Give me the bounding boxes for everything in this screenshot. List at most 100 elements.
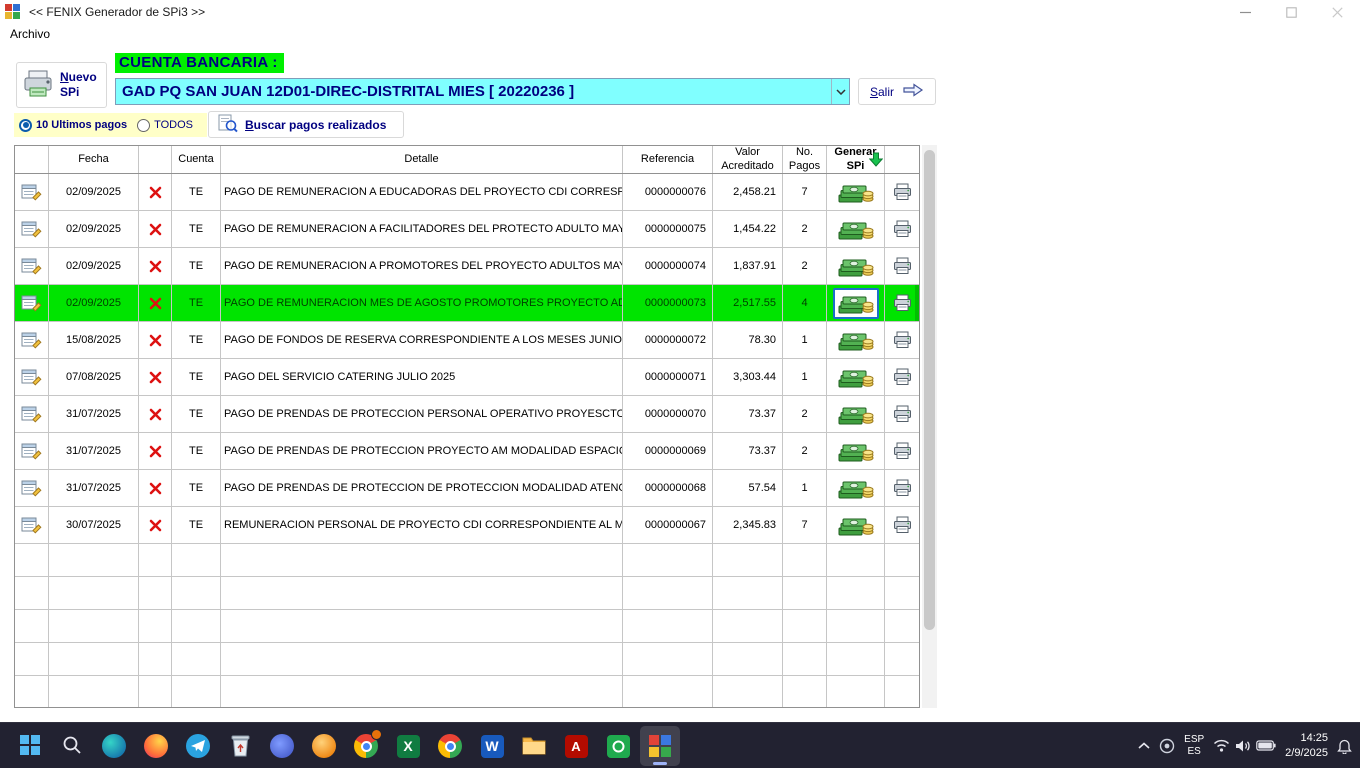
edit-payment-button[interactable]	[21, 442, 42, 461]
referencia-cell: 0000000071	[623, 359, 713, 395]
header-no-pagos[interactable]: No.Pagos	[783, 146, 827, 173]
print-payment-button[interactable]	[893, 442, 912, 460]
candy-app-icon	[312, 734, 336, 758]
edit-payment-button[interactable]	[21, 331, 42, 350]
edit-payment-button[interactable]	[21, 183, 42, 202]
table-row: 30/07/2025 TE REMUNERACION PERSONAL DE P…	[15, 507, 919, 544]
battery-icon[interactable]	[1256, 740, 1276, 751]
table-scrollbar[interactable]	[922, 145, 937, 708]
taskbar-app-chrome[interactable]	[346, 726, 386, 766]
edit-cell	[15, 507, 49, 543]
buscar-pagos-button[interactable]: Buscar pagos realizados	[208, 111, 404, 138]
generar-spi-button[interactable]	[833, 288, 879, 319]
delete-cell	[139, 470, 172, 506]
edit-cell	[15, 211, 49, 247]
taskbar-app-acrobat[interactable]: A	[556, 726, 596, 766]
salir-button[interactable]: Salir	[858, 78, 936, 105]
referencia-cell	[623, 544, 713, 576]
print-payment-button[interactable]	[893, 405, 912, 423]
edit-cell	[15, 577, 49, 609]
edit-payment-button[interactable]	[21, 220, 42, 239]
table-row: 02/09/2025 TE PAGO DE REMUNERACION A PRO…	[15, 248, 919, 285]
minimize-button[interactable]	[1222, 0, 1268, 24]
clock[interactable]: 14:25 2/9/2025	[1285, 731, 1328, 760]
taskbar-app-fenix[interactable]	[640, 726, 680, 766]
taskbar-app-excel[interactable]: X	[388, 726, 428, 766]
referencia-cell	[623, 643, 713, 675]
taskbar-app-edge[interactable]	[94, 726, 134, 766]
header-referencia[interactable]: Referencia	[623, 146, 713, 173]
cuenta-cell	[172, 544, 221, 576]
tray-chevron-up-icon[interactable]	[1138, 742, 1150, 750]
taskbar-search-button[interactable]	[52, 726, 92, 766]
delete-payment-button[interactable]	[149, 445, 162, 458]
print-payment-button[interactable]	[893, 368, 912, 386]
delete-payment-button[interactable]	[149, 186, 162, 199]
print-payment-button[interactable]	[893, 294, 912, 312]
close-button[interactable]	[1314, 0, 1360, 24]
edit-payment-button[interactable]	[21, 516, 42, 535]
taskbar-app-chrome-profile[interactable]	[430, 726, 470, 766]
taskbar-app-file-explorer[interactable]	[514, 726, 554, 766]
wifi-icon[interactable]	[1213, 739, 1230, 752]
maximize-button[interactable]	[1268, 0, 1314, 24]
taskbar-app-blue[interactable]	[262, 726, 302, 766]
delete-payment-button[interactable]	[149, 334, 162, 347]
delete-payment-button[interactable]	[149, 260, 162, 273]
radio-todos[interactable]: TODOS	[137, 119, 193, 132]
no-pagos-cell: 2	[783, 396, 827, 432]
taskbar-app-candy[interactable]	[304, 726, 344, 766]
generar-spi-button[interactable]	[833, 325, 879, 356]
header-valor-acreditado[interactable]: ValorAcreditado	[713, 146, 783, 173]
nuevo-spi-button[interactable]: Nuevo SPi	[16, 62, 107, 108]
no-pagos-cell: 1	[783, 322, 827, 358]
tray-app-icon[interactable]	[1159, 738, 1175, 754]
start-button[interactable]	[10, 726, 50, 766]
taskbar-app-green[interactable]	[598, 726, 638, 766]
scrollbar-thumb[interactable]	[924, 150, 935, 630]
volume-icon[interactable]	[1235, 739, 1251, 753]
delete-payment-button[interactable]	[149, 408, 162, 421]
generar-spi-button[interactable]	[833, 214, 879, 245]
print-payment-button[interactable]	[893, 331, 912, 349]
generar-spi-button[interactable]	[833, 177, 879, 208]
delete-payment-button[interactable]	[149, 519, 162, 532]
taskbar-app-telegram[interactable]	[178, 726, 218, 766]
table-row: 02/09/2025 TE PAGO DE REMUNERACION A FAC…	[15, 211, 919, 248]
menu-archivo[interactable]: Archivo	[10, 24, 50, 44]
filter-bar: 10 Ultimos pagos TODOS	[14, 113, 207, 137]
edit-payment-button[interactable]	[21, 368, 42, 387]
generar-spi-button[interactable]	[833, 251, 879, 282]
notification-icon[interactable]	[1337, 738, 1352, 754]
generar-spi-button[interactable]	[833, 510, 879, 541]
account-dropdown[interactable]: GAD PQ SAN JUAN 12D01-DIREC-DISTRITAL MI…	[115, 78, 850, 105]
delete-payment-button[interactable]	[149, 371, 162, 384]
taskbar-app-recycle-bin[interactable]	[220, 726, 260, 766]
print-payment-button[interactable]	[893, 516, 912, 534]
print-payment-button[interactable]	[893, 257, 912, 275]
header-generar-spi[interactable]: GenerarSPi	[827, 146, 885, 173]
header-fecha[interactable]: Fecha	[49, 146, 139, 173]
chevron-down-icon[interactable]	[831, 79, 849, 104]
delete-payment-button[interactable]	[149, 223, 162, 236]
delete-payment-button[interactable]	[149, 482, 162, 495]
radio-10-ultimos-pagos[interactable]: 10 Ultimos pagos	[19, 119, 127, 132]
edit-payment-button[interactable]	[21, 294, 42, 313]
generar-spi-button[interactable]	[833, 436, 879, 467]
print-payment-button[interactable]	[893, 479, 912, 497]
header-cuenta[interactable]: Cuenta	[172, 146, 221, 173]
taskbar-app-word[interactable]: W	[472, 726, 512, 766]
generar-spi-button[interactable]	[833, 362, 879, 393]
edit-payment-button[interactable]	[21, 257, 42, 276]
taskbar-app-firefox[interactable]	[136, 726, 176, 766]
language-indicator[interactable]: ESP ES	[1184, 734, 1204, 758]
delete-payment-button[interactable]	[149, 297, 162, 310]
edit-payment-button[interactable]	[21, 405, 42, 424]
generar-spi-button[interactable]	[833, 399, 879, 430]
table-row: 31/07/2025 TE PAGO DE PRENDAS DE PROTECC…	[15, 470, 919, 507]
edit-payment-button[interactable]	[21, 479, 42, 498]
print-payment-button[interactable]	[893, 220, 912, 238]
header-detalle[interactable]: Detalle	[221, 146, 623, 173]
generar-spi-button[interactable]	[833, 473, 879, 504]
print-payment-button[interactable]	[893, 183, 912, 201]
